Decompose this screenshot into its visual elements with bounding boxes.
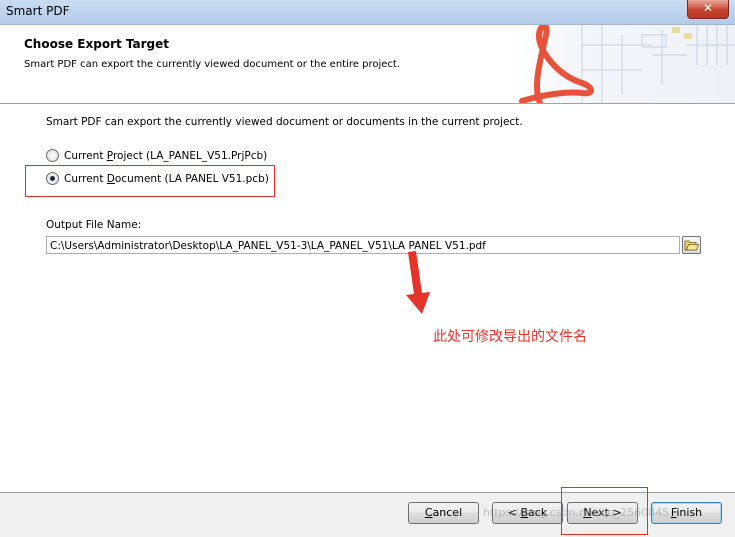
output-file-name-label: Output File Name: — [46, 219, 142, 231]
close-icon: ✕ — [702, 1, 714, 15]
folder-open-icon — [684, 240, 700, 251]
radio-label-current-project: Current Project (LA_PANEL_V51.PrjPcb) — [64, 149, 268, 162]
header-banner — [512, 25, 735, 103]
wizard-header: Choose Export Target Smart PDF can expor… — [0, 25, 735, 104]
finish-button[interactable]: Finish — [651, 502, 722, 524]
highlight-box-next-button — [561, 487, 648, 535]
back-button[interactable]: < Back — [492, 502, 563, 524]
window-title: Smart PDF — [6, 4, 70, 18]
output-file-name-input[interactable]: C:\Users\Administrator\Desktop\LA_PANEL_… — [46, 236, 680, 254]
pdf-logo-icon — [519, 25, 735, 103]
browse-button[interactable] — [682, 236, 701, 254]
highlight-box-document-option — [25, 165, 275, 197]
title-bar: Smart PDF ✕ — [0, 0, 735, 25]
radio-current-project[interactable]: Current Project (LA_PANEL_V51.PrjPcb) — [46, 149, 267, 162]
annotation-arrow-icon — [406, 251, 430, 314]
cancel-button[interactable]: Cancel — [408, 502, 479, 524]
export-description: Smart PDF can export the currently viewe… — [46, 116, 523, 128]
annotation-text: 此处可修改导出的文件名 — [433, 329, 587, 345]
close-button[interactable]: ✕ — [687, 0, 729, 19]
page-subtitle: Smart PDF can export the currently viewe… — [24, 59, 400, 70]
radio-circle[interactable] — [46, 149, 59, 162]
page-title: Choose Export Target — [24, 37, 170, 51]
